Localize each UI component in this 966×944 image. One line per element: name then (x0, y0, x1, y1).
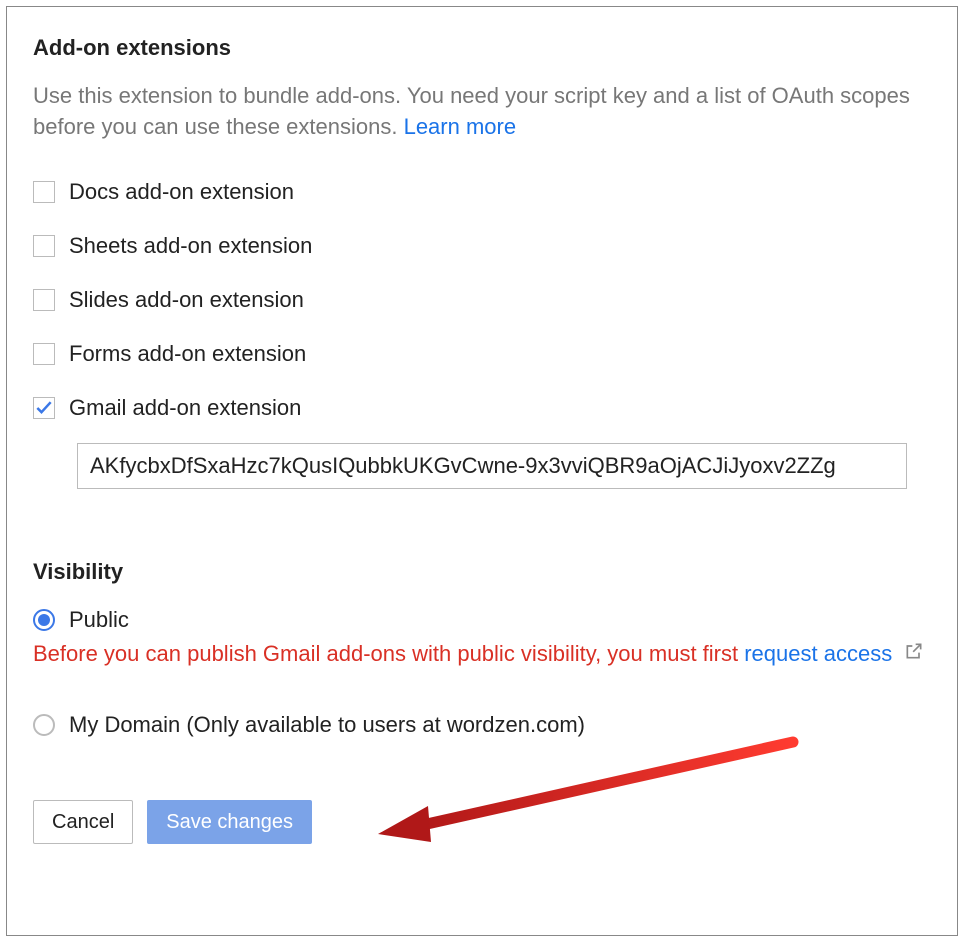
checkbox-row-docs: Docs add-on extension (33, 179, 931, 205)
addons-title: Add-on extensions (33, 35, 931, 61)
checkbox-label-docs: Docs add-on extension (69, 179, 294, 205)
warning-text-pre: Before you can publish Gmail add-ons wit… (33, 641, 744, 666)
checkbox-row-gmail: Gmail add-on extension (33, 395, 931, 421)
annotation-arrow-icon (373, 734, 803, 854)
addon-checkbox-list: Docs add-on extension Sheets add-on exte… (33, 179, 931, 421)
radio-label-domain: My Domain (Only available to users at wo… (69, 712, 585, 738)
settings-panel: Add-on extensions Use this extension to … (6, 6, 958, 936)
external-link-icon (904, 639, 924, 670)
learn-more-link[interactable]: Learn more (404, 114, 517, 139)
radio-row-domain: My Domain (Only available to users at wo… (33, 712, 931, 738)
visibility-title: Visibility (33, 559, 931, 585)
checkbox-slides[interactable] (33, 289, 55, 311)
button-row: Cancel Save changes (33, 800, 931, 844)
radio-row-public: Public (33, 607, 931, 633)
checkbox-row-sheets: Sheets add-on extension (33, 233, 931, 259)
visibility-section: Visibility Public Before you can publish… (33, 559, 931, 739)
addons-description: Use this extension to bundle add-ons. Yo… (33, 81, 931, 143)
checkbox-docs[interactable] (33, 181, 55, 203)
checkbox-label-forms: Forms add-on extension (69, 341, 306, 367)
radio-label-public: Public (69, 607, 129, 633)
cancel-button[interactable]: Cancel (33, 800, 133, 844)
checkbox-forms[interactable] (33, 343, 55, 365)
checkbox-label-slides: Slides add-on extension (69, 287, 304, 313)
request-access-link[interactable]: request access (744, 641, 892, 666)
checkbox-sheets[interactable] (33, 235, 55, 257)
checkbox-row-forms: Forms add-on extension (33, 341, 931, 367)
save-changes-button[interactable]: Save changes (147, 800, 312, 844)
checkbox-gmail[interactable] (33, 397, 55, 419)
checkbox-row-slides: Slides add-on extension (33, 287, 931, 313)
public-visibility-warning: Before you can publish Gmail add-ons wit… (33, 639, 931, 671)
radio-domain[interactable] (33, 714, 55, 736)
checkbox-label-sheets: Sheets add-on extension (69, 233, 312, 259)
radio-public[interactable] (33, 609, 55, 631)
checkbox-label-gmail: Gmail add-on extension (69, 395, 301, 421)
script-key-input[interactable] (77, 443, 907, 489)
script-key-wrap (77, 443, 931, 489)
